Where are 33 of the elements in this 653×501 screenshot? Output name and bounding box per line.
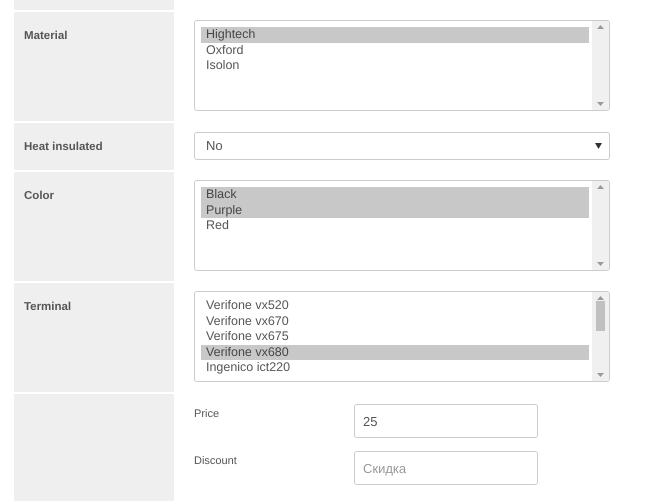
scrollbar[interactable] bbox=[592, 181, 609, 270]
list-option[interactable]: Verifone vx670 bbox=[201, 314, 589, 329]
caret-icon bbox=[595, 143, 602, 149]
list-option[interactable]: Ingenico ict220 bbox=[201, 360, 589, 376]
list-option[interactable]: Verifone vx675 bbox=[201, 329, 589, 344]
scrollbar-thumb[interactable] bbox=[596, 301, 605, 331]
list-option[interactable]: Purple bbox=[201, 202, 589, 218]
input-label: Discount bbox=[194, 455, 237, 467]
scroll-down-icon[interactable] bbox=[597, 262, 604, 266]
input-label: Price bbox=[194, 408, 220, 420]
scrollbar[interactable] bbox=[592, 292, 609, 381]
list-option[interactable]: Isolon bbox=[201, 58, 589, 74]
scroll-down-icon[interactable] bbox=[597, 102, 604, 106]
input-field[interactable]: 25 bbox=[354, 404, 538, 438]
list-option[interactable]: Verifone vx680 bbox=[201, 344, 589, 360]
field-label: Material bbox=[24, 30, 68, 42]
scroll-down-icon[interactable] bbox=[597, 373, 604, 377]
scroll-up-icon[interactable] bbox=[597, 185, 604, 189]
field-label: Color bbox=[24, 190, 54, 202]
field-label: Heat insulated bbox=[24, 141, 103, 153]
listbox[interactable]: Verifone vx520 Verifone vx670 Verifone vx675 Verifone vx680 Ingenico ict220 bbox=[194, 291, 610, 382]
list-option[interactable]: Verifone vx520 bbox=[201, 298, 589, 314]
list-option[interactable]: Hightech bbox=[201, 27, 589, 42]
dropdown[interactable]: No bbox=[194, 132, 610, 160]
scroll-up-icon[interactable] bbox=[597, 25, 604, 29]
input-field[interactable]: Скидка bbox=[354, 451, 538, 485]
scrollbar[interactable] bbox=[592, 21, 609, 110]
listbox[interactable]: Hightech Oxford Isolon bbox=[194, 20, 610, 111]
field-label: Terminal bbox=[24, 301, 72, 313]
list-option[interactable]: Red bbox=[201, 218, 589, 234]
listbox[interactable]: Black Purple Red bbox=[194, 180, 610, 271]
list-option[interactable]: Black bbox=[201, 187, 589, 202]
list-option[interactable]: Oxford bbox=[201, 42, 589, 58]
